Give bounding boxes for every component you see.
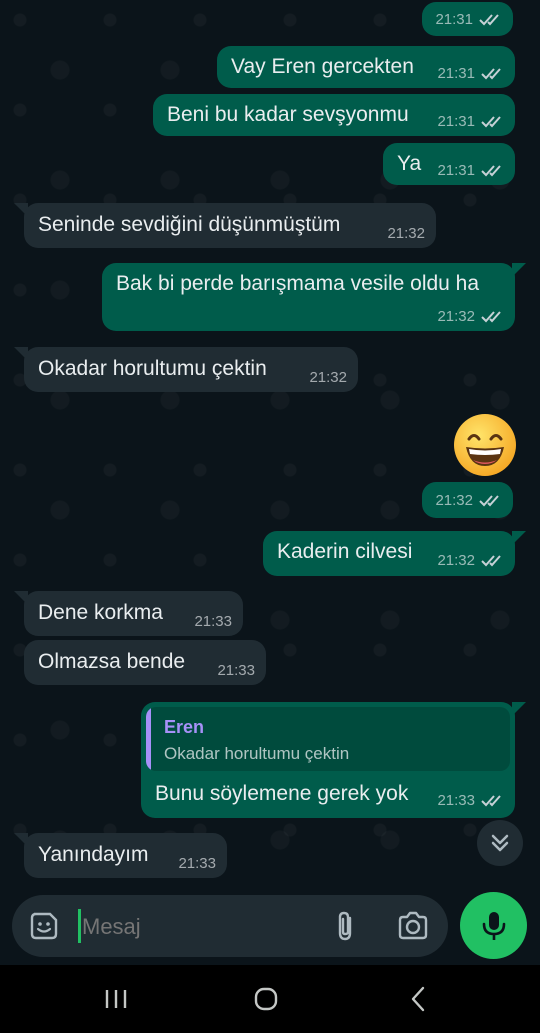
message-bubble-outgoing[interactable]: Beni bu kadar sevşyonmu 21:31	[153, 94, 515, 136]
message-meta: 21:31	[435, 11, 503, 28]
camera-icon	[398, 911, 428, 940]
message-time: 21:33	[217, 662, 255, 679]
sticker-button[interactable]	[28, 910, 60, 942]
message-time: 21:33	[194, 613, 232, 630]
message-bubble-incoming[interactable]: Seninde sevdiğini düşünmüştüm 21:32	[24, 203, 436, 248]
emoji-message[interactable]	[448, 408, 522, 482]
message-text: Ya	[397, 152, 422, 175]
reply-text: Okadar horultumu çektin	[164, 744, 350, 763]
message-bubble-outgoing[interactable]: Ya 21:31	[383, 143, 515, 185]
quoted-reply[interactable]: Eren Okadar horultumu çektin	[146, 707, 510, 771]
voice-record-button[interactable]	[460, 892, 527, 959]
message-meta: 21:32	[437, 552, 505, 569]
message-time: 21:32	[309, 369, 347, 386]
message-text: Yanındayım	[38, 843, 149, 866]
message-time: 21:31	[437, 65, 475, 82]
message-meta: 21:32	[435, 492, 503, 509]
message-text: Kaderin cilvesi	[277, 540, 413, 563]
microphone-icon	[482, 911, 505, 940]
message-time: 21:32	[437, 308, 475, 325]
nav-recents-button[interactable]	[86, 965, 146, 1033]
message-time: 21:31	[437, 113, 475, 130]
message-text: Okadar horultumu çektin	[38, 357, 267, 380]
message-time: 21:31	[437, 162, 475, 179]
read-ticks-icon	[481, 310, 501, 322]
chat-area[interactable]: 21:31 Vay Eren gercekten 21:31 Beni bu k…	[0, 0, 540, 890]
message-text: Beni bu kadar sevşyonmu	[167, 103, 409, 126]
message-bubble-incoming[interactable]: Okadar horultumu çektin 21:32	[24, 347, 358, 392]
message-bubble-outgoing[interactable]: Eren Okadar horultumu çektin Bunu söylem…	[141, 702, 515, 818]
message-time: 21:31	[435, 11, 473, 28]
message-meta: 21:31	[437, 113, 505, 130]
message-bubble-outgoing[interactable]: Kaderin cilvesi 21:32	[263, 531, 515, 576]
message-time: 21:32	[437, 552, 475, 569]
read-ticks-icon	[481, 67, 501, 79]
nav-back-button[interactable]	[388, 965, 448, 1033]
message-text: Bunu söylemene gerek yok	[155, 782, 409, 805]
message-meta: 21:31	[437, 65, 505, 82]
attach-button[interactable]	[330, 909, 362, 943]
system-navigation-bar	[0, 965, 540, 1033]
paperclip-icon	[338, 911, 352, 941]
read-ticks-icon	[481, 115, 501, 127]
message-bubble-incoming[interactable]: Yanındayım 21:33	[24, 833, 227, 878]
camera-button[interactable]	[396, 910, 430, 942]
message-text: Vay Eren gercekten	[231, 55, 414, 78]
read-ticks-icon	[481, 554, 501, 566]
message-bubble-outgoing[interactable]: 21:32	[422, 482, 513, 518]
message-meta: 21:32	[309, 369, 347, 386]
message-meta: 21:32	[437, 308, 505, 325]
grinning-face-with-smiling-eyes-icon	[454, 414, 516, 476]
message-time: 21:33	[437, 792, 475, 809]
recents-icon	[105, 990, 127, 1008]
message-bubble-outgoing[interactable]: Vay Eren gercekten 21:31	[217, 46, 515, 88]
read-ticks-icon	[481, 164, 501, 176]
message-time: 21:32	[387, 225, 425, 242]
chevron-double-down-icon	[491, 834, 509, 852]
message-text: Bak bi perde barışmama vesile oldu ha	[116, 272, 480, 295]
scroll-down-button[interactable]	[477, 820, 523, 866]
message-composer	[12, 895, 448, 957]
message-meta: 21:33	[178, 855, 216, 872]
message-bubble-outgoing[interactable]: 21:31	[422, 2, 513, 36]
message-bubble-incoming[interactable]: Dene korkma 21:33	[24, 591, 243, 636]
message-meta: 21:33	[437, 792, 505, 809]
home-icon	[254, 987, 278, 1011]
nav-home-button[interactable]	[236, 965, 296, 1033]
read-ticks-icon	[481, 794, 501, 806]
message-time: 21:33	[178, 855, 216, 872]
message-input[interactable]	[80, 907, 314, 947]
back-icon	[411, 986, 425, 1012]
reply-author: Eren	[164, 717, 205, 737]
message-time: 21:32	[435, 492, 473, 509]
message-meta: 21:33	[217, 662, 255, 679]
message-meta: 21:33	[194, 613, 232, 630]
reply-accent-bar	[146, 707, 151, 771]
read-ticks-icon	[479, 494, 499, 506]
message-text: Seninde sevdiğini düşünmüştüm	[38, 213, 341, 236]
message-bubble-outgoing[interactable]: Bak bi perde barışmama vesile oldu ha 21…	[102, 263, 515, 331]
message-text: Olmazsa bende	[38, 650, 186, 673]
message-meta: 21:31	[437, 162, 505, 179]
sticker-icon	[30, 912, 58, 940]
message-text: Dene korkma	[38, 601, 163, 624]
message-bubble-incoming[interactable]: Olmazsa bende 21:33	[24, 640, 266, 685]
message-meta: 21:32	[387, 225, 425, 242]
read-ticks-icon	[479, 13, 499, 25]
